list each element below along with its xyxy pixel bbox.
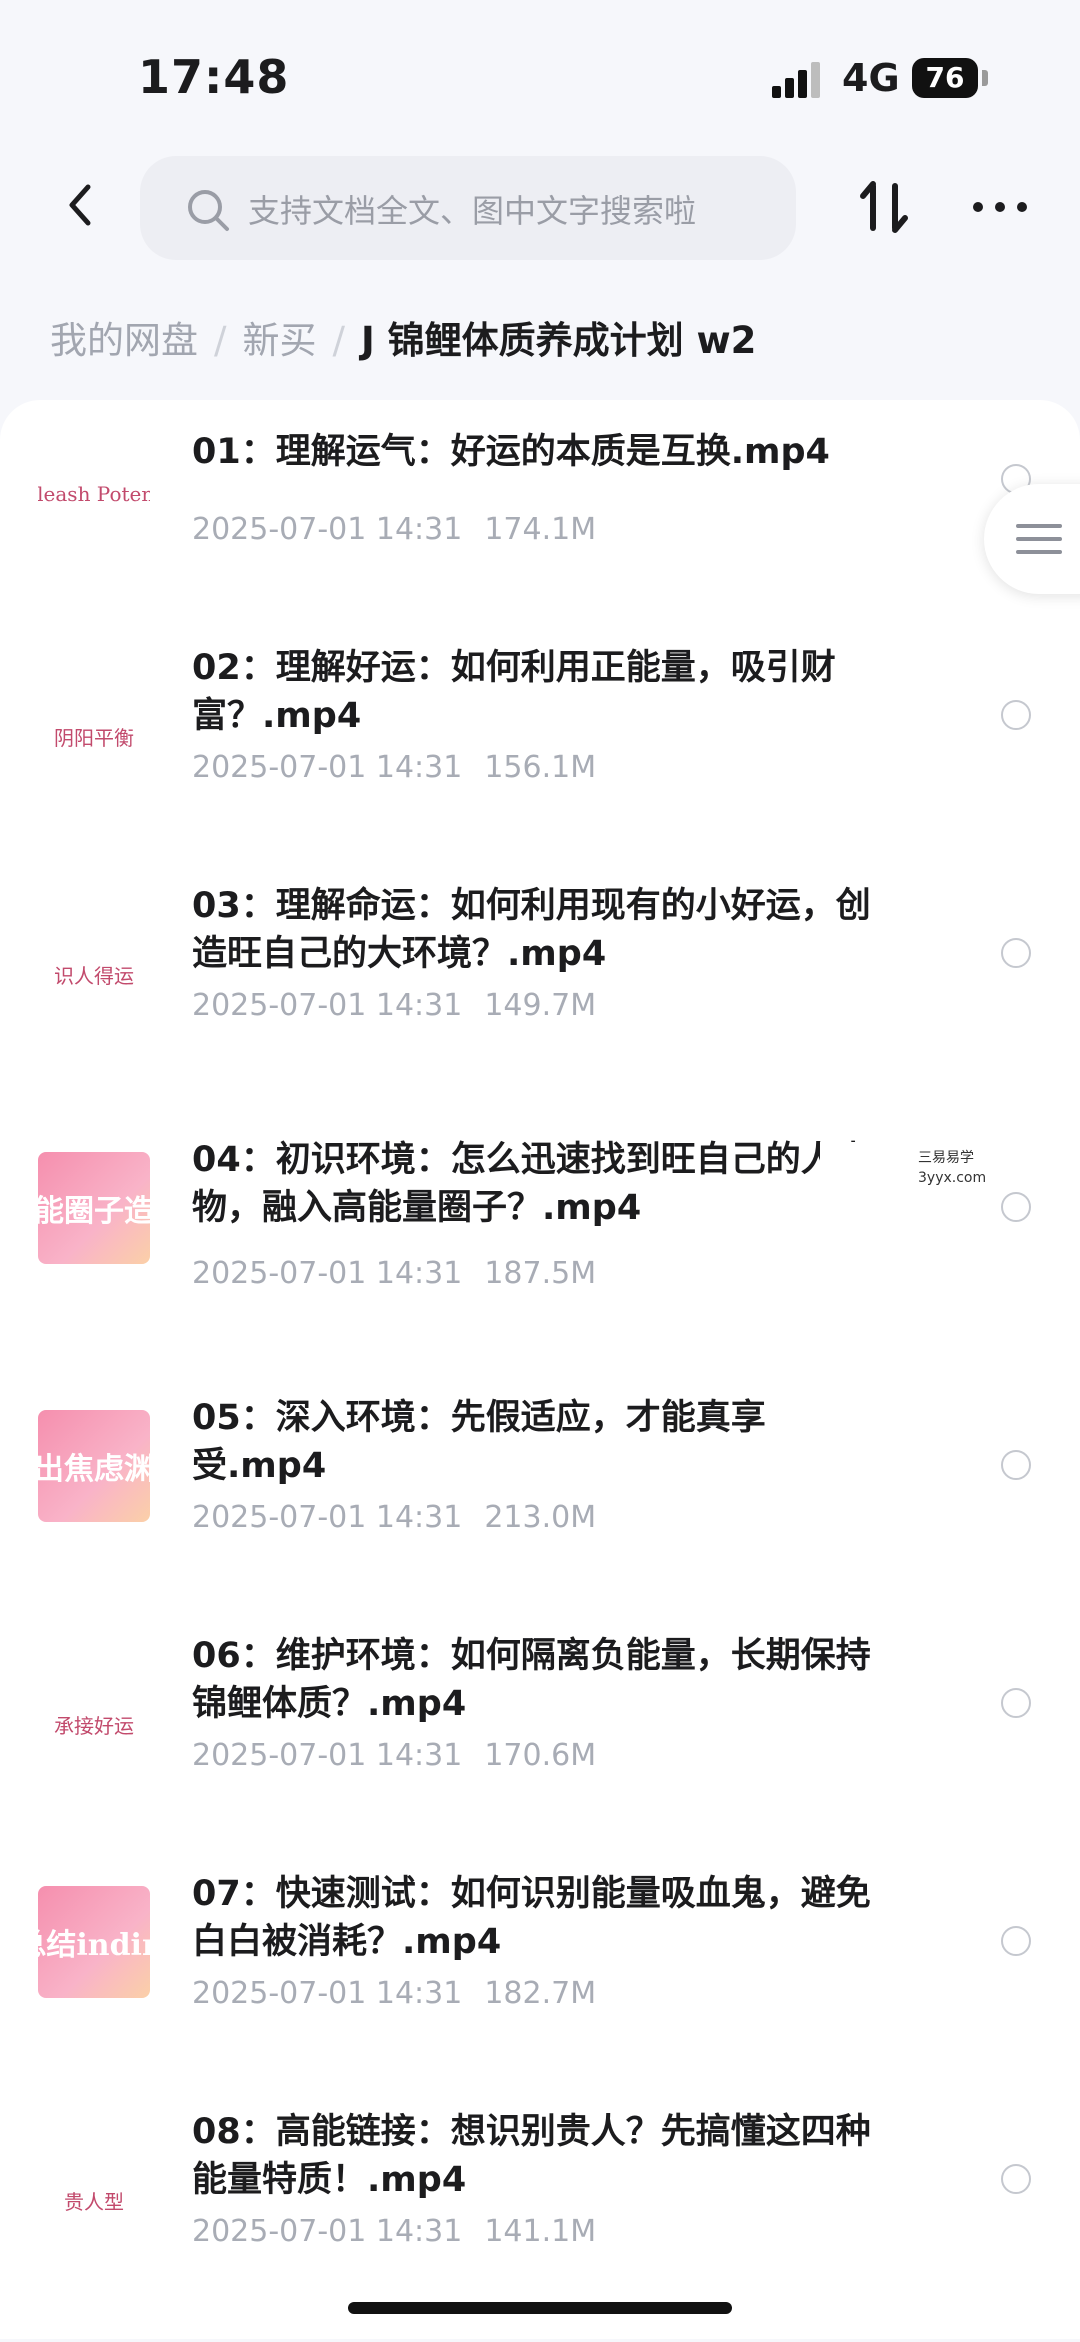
file-size: 174.1M — [484, 512, 597, 547]
file-date: 2025-07-01 14:31 — [192, 512, 463, 547]
file-row[interactable]: 阴阳平衡 02：理解好运：如何利用正能量，吸引财富？.mp4 2025-07-0… — [0, 640, 1080, 878]
breadcrumb-current: J 锦鲤体质养成计划 w2 — [360, 319, 757, 362]
video-thumbnail: 能圈子造 — [38, 1152, 150, 1264]
chevron-left-icon — [69, 184, 91, 226]
file-meta: 2025-07-01 14:31 182.7M — [192, 1976, 596, 2011]
watermark: 三易易学 3yyx.com — [918, 1148, 986, 1188]
breadcrumb-separator: / — [332, 319, 345, 362]
file-meta: 2025-07-01 14:31 187.5M — [192, 1256, 596, 1291]
select-radio[interactable] — [1001, 700, 1031, 730]
file-date: 2025-07-01 14:31 — [192, 1256, 463, 1291]
file-size: 141.1M — [484, 2214, 597, 2249]
battery-nub — [982, 70, 988, 86]
network-type: 4G — [842, 56, 900, 100]
file-date: 2025-07-01 14:31 — [192, 1738, 463, 1773]
search-icon — [188, 190, 229, 231]
more-button[interactable] — [968, 172, 1032, 242]
more-horizontal-icon — [973, 202, 1027, 212]
breadcrumb-folder[interactable]: 新买 — [242, 319, 316, 362]
file-meta: 2025-07-01 14:31 156.1M — [192, 750, 596, 785]
file-date: 2025-07-01 14:31 — [192, 750, 463, 785]
video-thumbnail: 承接好运 — [38, 1668, 150, 1780]
file-meta: 2025-07-01 14:31 174.1M — [192, 512, 596, 547]
watermark-line: 三易易学 — [918, 1150, 974, 1166]
file-name: 02：理解好运：如何利用正能量，吸引财富？.mp4 — [192, 648, 836, 736]
menu-icon — [1016, 550, 1062, 554]
file-name: 01：理解运气：好运的本质是互换.mp4 — [192, 432, 830, 472]
file-name: 05：深入环境：先假适应，才能真享受.mp4 — [192, 1398, 766, 1486]
file-size: 182.7M — [484, 1976, 597, 2011]
file-size: 187.5M — [484, 1256, 597, 1291]
select-radio[interactable] — [1001, 1192, 1031, 1222]
select-radio[interactable] — [1001, 1926, 1031, 1956]
signal-icon — [772, 62, 824, 98]
video-thumbnail: 出焦虑渊 — [38, 1410, 150, 1522]
menu-icon — [1016, 524, 1062, 528]
video-thumbnail: Unleash Potentia — [38, 438, 150, 550]
back-button[interactable] — [52, 175, 112, 235]
breadcrumb: 我的网盘 / 新买 / J 锦鲤体质养成计划 w2 — [50, 310, 756, 364]
file-meta: 2025-07-01 14:31 213.0M — [192, 1500, 596, 1535]
file-date: 2025-07-01 14:31 — [192, 1500, 463, 1535]
file-meta: 2025-07-01 14:31 149.7M — [192, 988, 596, 1023]
search-input[interactable]: 支持文档全文、图中文字搜索啦 — [140, 156, 796, 260]
menu-icon — [1016, 537, 1062, 541]
file-row[interactable]: 现总结indings 07：快速测试：如何识别能量吸血鬼，避免白白被消耗？.mp… — [0, 1866, 1080, 2104]
select-radio[interactable] — [1001, 938, 1031, 968]
home-indicator[interactable] — [348, 2302, 732, 2314]
file-date: 2025-07-01 14:31 — [192, 988, 463, 1023]
video-thumbnail: 贵人型 — [38, 2144, 150, 2256]
sort-icon — [860, 181, 908, 233]
file-name: 07：快速测试：如何识别能量吸血鬼，避免白白被消耗？.mp4 — [192, 1874, 871, 1962]
file-name: 03：理解命运：如何利用现有的小好运，创造旺自己的大环境？.mp4 — [192, 886, 871, 974]
file-size: 156.1M — [484, 750, 597, 785]
file-meta: 2025-07-01 14:31 170.6M — [192, 1738, 596, 1773]
file-row[interactable]: 识人得运 03：理解命运：如何利用现有的小好运，创造旺自己的大环境？.mp4 2… — [0, 878, 1080, 1116]
video-thumbnail: 现总结indings — [38, 1886, 150, 1998]
file-size: 149.7M — [484, 988, 597, 1023]
file-date: 2025-07-01 14:31 — [192, 2214, 463, 2249]
file-name: 06：维护环境：如何隔离负能量，长期保持锦鲤体质？.mp4 — [192, 1636, 871, 1724]
status-bar: 17:48 4G 76 — [0, 0, 1080, 150]
file-list: Unleash Potentia 01：理解运气：好运的本质是互换.mp4 20… — [0, 400, 1080, 2339]
file-name: 04：初识环境：怎么迅速找到旺自己的人事物，融入高能量圈子？.mp4 — [192, 1140, 871, 1228]
status-time: 17:48 — [138, 50, 290, 104]
video-thumbnail: 识人得运 — [38, 918, 150, 1030]
watermark-line: 3yyx.com — [918, 1170, 987, 1186]
file-row[interactable]: Unleash Potentia 01：理解运气：好运的本质是互换.mp4 20… — [0, 422, 1080, 660]
select-radio[interactable] — [1001, 1450, 1031, 1480]
breadcrumb-root[interactable]: 我的网盘 — [50, 319, 198, 362]
file-size: 213.0M — [484, 1500, 597, 1535]
file-row[interactable]: 出焦虑渊 05：深入环境：先假适应，才能真享受.mp4 2025-07-01 1… — [0, 1390, 1080, 1628]
battery-icon: 76 — [912, 58, 978, 98]
sort-button[interactable] — [855, 172, 915, 242]
file-name: 08：高能链接：想识别贵人？先搞懂这四种能量特质！.mp4 — [192, 2112, 871, 2200]
video-thumbnail: 阴阳平衡 — [38, 680, 150, 792]
file-date: 2025-07-01 14:31 — [192, 1976, 463, 2011]
watermark-backdrop — [820, 1142, 920, 1202]
file-size: 170.6M — [484, 1738, 597, 1773]
top-bar: 支持文档全文、图中文字搜索啦 — [0, 150, 1080, 270]
file-row[interactable]: 承接好运 06：维护环境：如何隔离负能量，长期保持锦鲤体质？.mp4 2025-… — [0, 1628, 1080, 1866]
breadcrumb-separator: / — [214, 319, 227, 362]
select-radio[interactable] — [1001, 1688, 1031, 1718]
select-radio[interactable] — [1001, 2164, 1031, 2194]
file-meta: 2025-07-01 14:31 141.1M — [192, 2214, 596, 2249]
search-placeholder: 支持文档全文、图中文字搜索啦 — [248, 192, 697, 230]
